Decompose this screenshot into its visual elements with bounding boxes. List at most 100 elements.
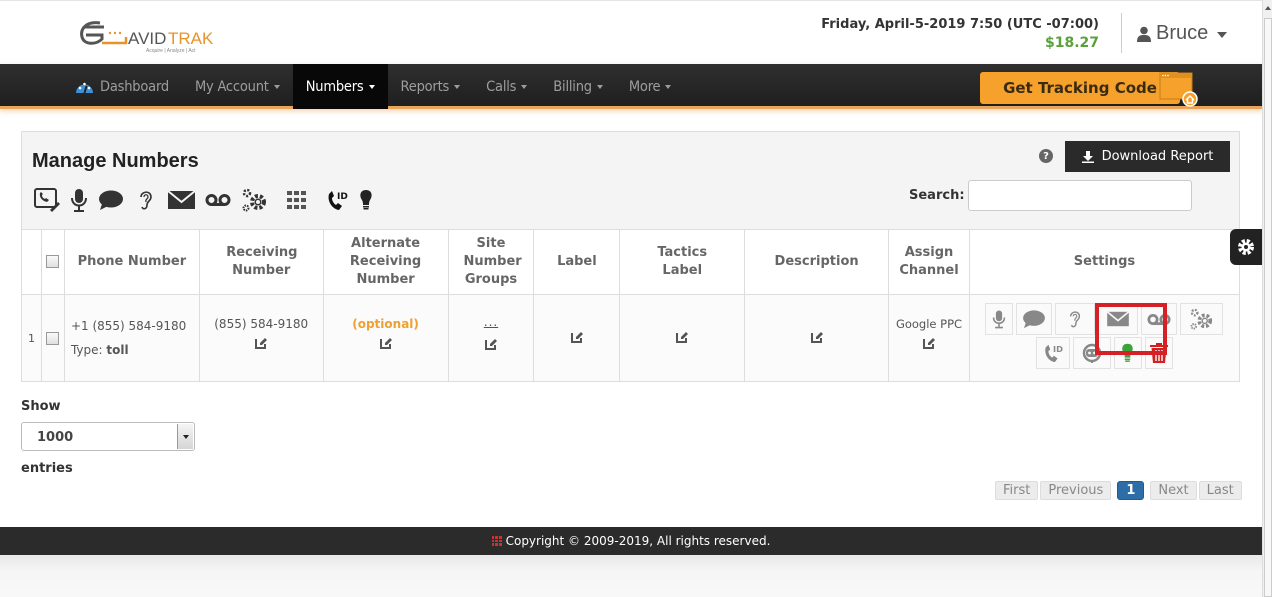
avidtrak-logo[interactable]: AVID TRAK Acquire | Analyze | Act: [78, 15, 228, 55]
number-type-label: Type:: [70, 343, 107, 357]
alternate-receiving-placeholder[interactable]: (optional): [324, 317, 448, 331]
entries-per-page-select[interactable]: 1000: [21, 422, 195, 451]
chat-bubble-icon: [1023, 310, 1046, 329]
main-navbar: Dashboard My Account Numbers Reports Cal…: [0, 64, 1262, 109]
edit-icon[interactable]: [810, 330, 824, 344]
edit-icon[interactable]: [379, 336, 393, 350]
call-edit-icon[interactable]: [34, 188, 60, 212]
setting-listen-button[interactable]: [1055, 303, 1096, 335]
help-icon[interactable]: ?: [1039, 149, 1053, 163]
col-assign-channel[interactable]: Assign Channel: [888, 229, 970, 295]
grid-icon[interactable]: [287, 191, 307, 209]
nav-reports[interactable]: Reports: [388, 64, 474, 109]
col-site-number-groups[interactable]: Site Number Groups: [447, 229, 535, 295]
voicemail-icon: [1147, 313, 1172, 325]
user-icon: [1137, 26, 1151, 42]
setting-chat-button[interactable]: [1016, 303, 1053, 335]
label-cell: [533, 294, 621, 382]
microphone-icon: [993, 310, 1006, 329]
vertical-scrollbar[interactable]: [1262, 0, 1272, 597]
setting-lightbulb-button[interactable]: [1113, 337, 1142, 369]
setting-caller-id-button[interactable]: ID: [1035, 337, 1070, 369]
table-row: 1 +1 (855) 584-9180 Type: toll (855) 584…: [21, 294, 1241, 382]
ear-icon: [1070, 311, 1081, 328]
setting-email-button[interactable]: [1098, 303, 1139, 335]
page-current-button[interactable]: 1: [1117, 481, 1145, 500]
scroll-thumb[interactable]: [1264, 18, 1272, 597]
search-label: Search:: [909, 188, 965, 203]
nav-label: Billing: [553, 78, 592, 95]
lightbulb-green-icon: [1122, 343, 1134, 362]
chevron-down-icon: [177, 424, 193, 449]
get-tracking-code-button[interactable]: Get Tracking Code: [980, 72, 1180, 104]
page-previous-button[interactable]: Previous: [1040, 481, 1112, 500]
caller-id-icon[interactable]: ID: [325, 188, 349, 212]
col-label[interactable]: Label: [533, 229, 621, 295]
gear-icon: [1238, 239, 1254, 255]
setting-microphone-button[interactable]: [985, 303, 1014, 335]
chevron-down-icon: [596, 85, 603, 89]
nav-label: Dashboard: [100, 78, 169, 95]
lightbulb-icon[interactable]: [359, 189, 373, 211]
col-tactics-label[interactable]: Tactics Label: [619, 229, 746, 295]
edit-icon[interactable]: [570, 330, 584, 344]
page-last-button[interactable]: Last: [1198, 481, 1242, 500]
edit-icon[interactable]: [254, 336, 268, 350]
envelope-icon[interactable]: [168, 190, 195, 210]
voicemail-icon[interactable]: [205, 193, 231, 207]
setting-advanced-button[interactable]: [1180, 303, 1224, 335]
scroll-up-arrow[interactable]: [1264, 2, 1272, 14]
nav-my-account[interactable]: My Account: [182, 64, 293, 109]
col-phone-number[interactable]: Phone Number: [63, 229, 200, 295]
settings-side-toggle[interactable]: [1230, 229, 1262, 265]
row-checkbox[interactable]: [46, 332, 60, 345]
nav-more[interactable]: More: [616, 64, 685, 109]
show-label: Show: [21, 399, 61, 414]
manage-numbers-panel: Manage Numbers ID ? Download Report Sear…: [21, 131, 1241, 382]
download-report-button[interactable]: Download Report: [1065, 141, 1230, 172]
account-balance: $18.27: [1044, 35, 1099, 51]
setting-voicemail-button[interactable]: [1141, 303, 1178, 335]
nav-dashboard[interactable]: Dashboard: [62, 64, 182, 109]
col-description[interactable]: Description: [744, 229, 890, 295]
nav-label: Reports: [400, 78, 450, 95]
footer: Copyright © 2009-2019, All rights reserv…: [0, 527, 1262, 555]
site-number-groups-link[interactable]: ...: [449, 315, 534, 329]
bulk-action-toolbar: ID: [34, 187, 383, 213]
setting-bot-button[interactable]: [1072, 337, 1111, 369]
download-report-label: Download Report: [1101, 149, 1214, 164]
nav-numbers[interactable]: Numbers: [292, 64, 388, 109]
grid-logo-icon: [491, 536, 502, 546]
svg-text:ID: ID: [1053, 344, 1063, 354]
gears-icon: [1190, 308, 1213, 330]
chevron-down-icon: [368, 85, 375, 89]
col-alternate-receiving-number[interactable]: Alternate Receiving Number: [322, 229, 449, 295]
microphone-icon[interactable]: [70, 188, 88, 212]
ear-icon[interactable]: [138, 189, 154, 211]
edit-icon[interactable]: [484, 337, 498, 351]
page-first-button[interactable]: First: [995, 481, 1039, 500]
top-header: AVID TRAK Acquire | Analyze | Act Friday…: [0, 0, 1262, 64]
gears-icon[interactable]: [241, 188, 269, 212]
nav-billing[interactable]: Billing: [540, 64, 616, 109]
pagination: First Previous 1 Next Last: [995, 481, 1242, 500]
page-bottom-area: [0, 555, 1262, 597]
col-receiving-number[interactable]: Receiving Number: [198, 229, 324, 295]
assign-channel-value: Google PPC: [895, 317, 963, 331]
user-menu[interactable]: Bruce: [1137, 22, 1228, 45]
nav-label: Numbers: [305, 78, 364, 95]
nav-calls[interactable]: Calls: [473, 64, 540, 109]
browser-home-icon[interactable]: [1158, 71, 1200, 107]
select-all-checkbox[interactable]: [46, 255, 60, 268]
col-tactics-label-label: Tactics Label: [657, 245, 708, 278]
logo-text-avid: AVID: [128, 29, 166, 48]
delete-number-button[interactable]: [1144, 337, 1173, 369]
search-input[interactable]: [968, 180, 1192, 211]
chat-bubble-icon[interactable]: [98, 189, 124, 211]
col-receiving-number-label: Receiving Number: [226, 245, 298, 278]
edit-icon[interactable]: [675, 330, 689, 344]
nav-label: My Account: [194, 78, 269, 95]
edit-icon[interactable]: [922, 336, 936, 350]
assign-channel-cell: Google PPC: [888, 294, 970, 382]
page-next-button[interactable]: Next: [1150, 481, 1197, 500]
